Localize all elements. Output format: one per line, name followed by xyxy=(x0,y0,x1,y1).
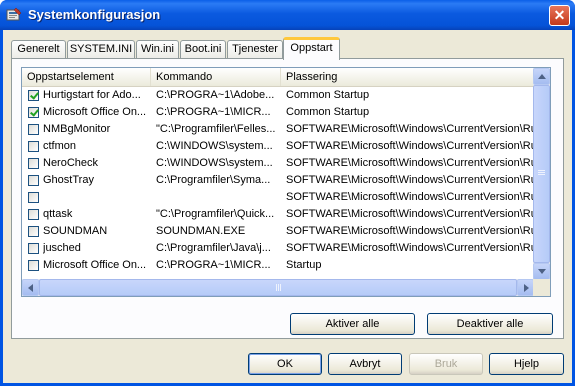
startup-item-location: SOFTWARE\Microsoft\Windows\CurrentVersio… xyxy=(286,174,534,186)
startup-item-command: C:\PROGRA~1\Adobe... xyxy=(156,89,275,101)
startup-checkbox[interactable] xyxy=(28,209,39,220)
startup-checkbox[interactable] xyxy=(28,260,39,271)
close-button[interactable]: ✕ xyxy=(549,5,570,26)
startup-item-name: jusched xyxy=(43,242,81,254)
scroll-left-button[interactable] xyxy=(22,279,39,296)
startup-item-command: C:\Programfiler\Java\j... xyxy=(156,242,271,254)
tab-tjenester[interactable]: Tjenester xyxy=(227,40,283,59)
table-row[interactable]: SOUNDMAN SOUNDMAN.EXE SOFTWARE\Microsoft… xyxy=(22,223,534,240)
startup-item-command: "C:\Programfiler\Quick... xyxy=(156,208,275,220)
scroll-up-button[interactable] xyxy=(533,68,550,85)
title-bar[interactable]: Systemkonfigurasjon ✕ xyxy=(0,0,575,30)
table-row[interactable]: ctfmon C:\WINDOWS\system... SOFTWARE\Mic… xyxy=(22,138,534,155)
startup-item-location: SOFTWARE\Microsoft\Windows\CurrentVersio… xyxy=(286,242,534,254)
chevron-left-icon xyxy=(28,284,33,292)
column-header-startup-item[interactable]: Oppstartselement xyxy=(22,68,151,86)
ok-button[interactable]: OK xyxy=(248,353,322,375)
startup-item-name: Microsoft Office On... xyxy=(43,259,147,271)
startup-item-command: SOUNDMAN.EXE xyxy=(156,225,246,237)
enable-all-button[interactable]: Aktiver alle xyxy=(290,313,415,335)
startup-item-command: C:\WINDOWS\system... xyxy=(156,157,273,169)
startup-item-command: C:\WINDOWS\system... xyxy=(156,140,273,152)
vertical-scroll-thumb[interactable] xyxy=(533,85,550,263)
help-button[interactable]: Hjelp xyxy=(489,353,564,375)
startup-checkbox[interactable] xyxy=(28,141,39,152)
startup-checkbox[interactable] xyxy=(28,90,39,101)
dialog-client: Generelt SYSTEM.INI Win.ini Boot.ini Tje… xyxy=(3,30,572,383)
window-title: Systemkonfigurasjon xyxy=(28,7,161,22)
startup-item-name: SOUNDMAN xyxy=(43,225,108,237)
list-header: Oppstartselement Kommando Plassering xyxy=(22,68,534,87)
startup-checkbox[interactable] xyxy=(28,124,39,135)
startup-checkbox[interactable] xyxy=(28,192,39,203)
tab-win-ini[interactable]: Win.ini xyxy=(136,40,179,59)
close-icon: ✕ xyxy=(553,7,566,23)
apply-button[interactable]: Bruk xyxy=(409,353,483,375)
startup-item-location: Startup xyxy=(286,259,322,271)
grip-icon xyxy=(280,284,281,291)
table-row[interactable]: GhostTray C:\Programfiler\Syma... SOFTWA… xyxy=(22,172,534,189)
startup-item-location: SOFTWARE\Microsoft\Windows\CurrentVersio… xyxy=(286,191,534,203)
disable-all-button[interactable]: Deaktiver alle xyxy=(427,313,553,335)
startup-item-name: NMBgMonitor xyxy=(43,123,111,135)
startup-item-name: Microsoft Office On... xyxy=(43,106,147,118)
scroll-right-button[interactable] xyxy=(517,279,534,296)
startup-item-command xyxy=(156,189,279,206)
startup-item-command: C:\PROGRA~1\MICR... xyxy=(156,259,271,271)
startup-item-command: C:\Programfiler\Syma... xyxy=(156,174,271,186)
startup-item-command: C:\PROGRA~1\MICR... xyxy=(156,106,271,118)
startup-item-location: SOFTWARE\Microsoft\Windows\CurrentVersio… xyxy=(286,157,534,169)
startup-checkbox[interactable] xyxy=(28,226,39,237)
table-row[interactable]: Microsoft Office On... C:\PROGRA~1\MICR.… xyxy=(22,257,534,274)
startup-item-name: NeroCheck xyxy=(43,157,99,169)
table-row[interactable]: NMBgMonitor "C:\Programfiler\Felles... S… xyxy=(22,121,534,138)
cancel-button[interactable]: Avbryt xyxy=(328,353,402,375)
grip-icon xyxy=(278,284,279,291)
horizontal-scroll-thumb[interactable] xyxy=(39,279,517,296)
dialog-window: Systemkonfigurasjon ✕ Generelt SYSTEM.IN… xyxy=(0,0,575,386)
startup-checkbox[interactable] xyxy=(28,243,39,254)
startup-item-name: Hurtigstart for Ado... xyxy=(43,89,141,101)
startup-checkbox[interactable] xyxy=(28,175,39,186)
table-row[interactable]: qttask "C:\Programfiler\Quick... SOFTWAR… xyxy=(22,206,534,223)
table-row[interactable]: SOFTWARE\Microsoft\Windows\CurrentVersio… xyxy=(22,189,534,206)
grip-icon xyxy=(276,284,277,291)
table-row[interactable]: NeroCheck C:\WINDOWS\system... SOFTWARE\… xyxy=(22,155,534,172)
startup-item-location: Common Startup xyxy=(286,106,370,118)
startup-item-location: SOFTWARE\Microsoft\Windows\CurrentVersio… xyxy=(286,225,534,237)
scroll-corner xyxy=(533,279,550,296)
column-header-location[interactable]: Plassering xyxy=(281,68,534,86)
vertical-scrollbar[interactable] xyxy=(533,68,550,280)
startup-item-location: Common Startup xyxy=(286,89,370,101)
startup-item-location: SOFTWARE\Microsoft\Windows\CurrentVersio… xyxy=(286,208,534,220)
table-row[interactable]: Hurtigstart for Ado... C:\PROGRA~1\Adobe… xyxy=(22,87,534,104)
chevron-right-icon xyxy=(524,284,529,292)
startup-item-command: "C:\Programfiler\Felles... xyxy=(156,123,276,135)
startup-item-location: SOFTWARE\Microsoft\Windows\CurrentVersio… xyxy=(286,140,534,152)
msconfig-icon xyxy=(6,7,22,21)
startup-item-name: ctfmon xyxy=(43,140,77,152)
startup-checkbox[interactable] xyxy=(28,107,39,118)
chevron-up-icon xyxy=(538,74,546,79)
startup-item-location: SOFTWARE\Microsoft\Windows\CurrentVersio… xyxy=(286,123,534,135)
tab-oppstart[interactable]: Oppstart xyxy=(283,37,340,60)
grip-icon xyxy=(538,172,545,173)
table-row[interactable]: jusched C:\Programfiler\Java\j... SOFTWA… xyxy=(22,240,534,257)
grip-icon xyxy=(538,174,545,175)
tab-system-ini[interactable]: SYSTEM.INI xyxy=(67,40,135,59)
startup-checkbox[interactable] xyxy=(28,158,39,169)
startup-item-name: qttask xyxy=(43,208,73,220)
startup-list[interactable]: Oppstartselement Kommando Plassering Hur… xyxy=(21,67,551,297)
startup-item-name: GhostTray xyxy=(43,174,94,186)
tab-boot-ini[interactable]: Boot.ini xyxy=(180,40,226,59)
startup-panel: Oppstartselement Kommando Plassering Hur… xyxy=(11,58,564,339)
grip-icon xyxy=(538,170,545,171)
startup-item-name xyxy=(43,189,149,206)
chevron-down-icon xyxy=(538,269,546,274)
tab-generelt[interactable]: Generelt xyxy=(11,40,66,59)
column-header-command[interactable]: Kommando xyxy=(151,68,281,86)
scroll-down-button[interactable] xyxy=(533,263,550,280)
table-row[interactable]: Microsoft Office On... C:\PROGRA~1\MICR.… xyxy=(22,104,534,121)
horizontal-scrollbar[interactable] xyxy=(22,279,534,296)
